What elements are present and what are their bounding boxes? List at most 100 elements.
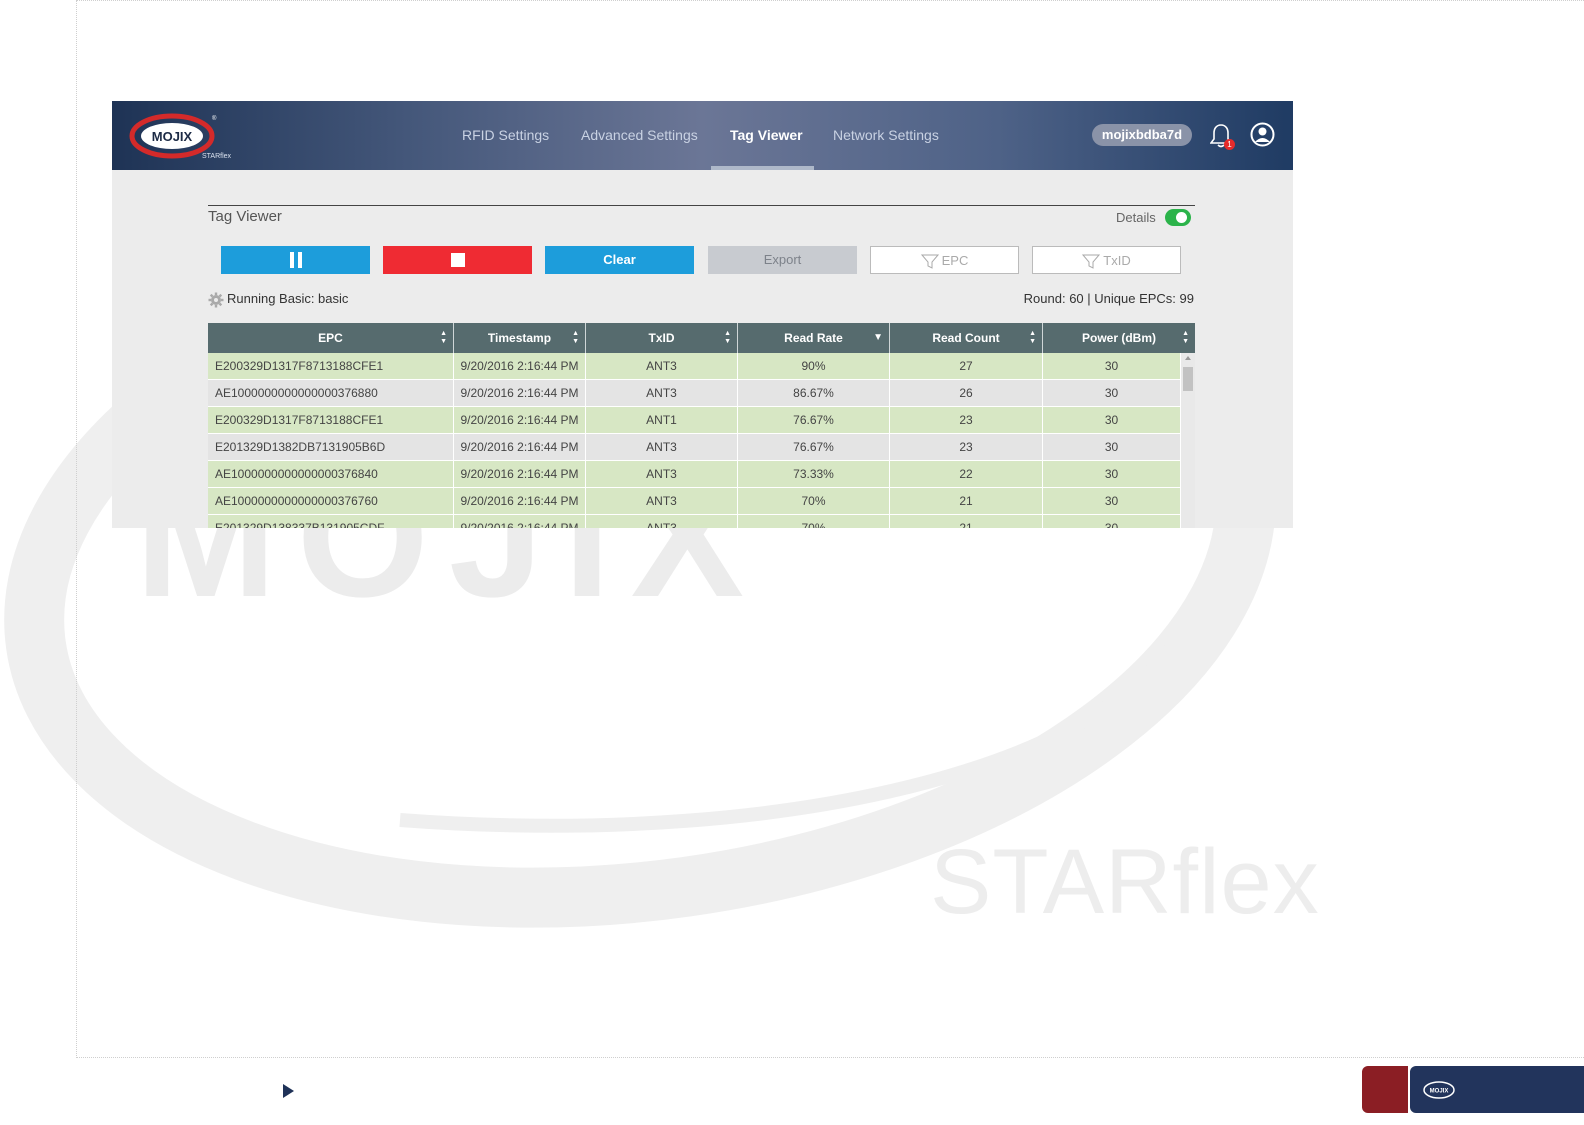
filter-icon (920, 254, 939, 269)
user-account-icon[interactable] (1250, 122, 1275, 147)
top-navigation: MOJIX ® STARflex RFID Settings Advanced … (112, 101, 1293, 170)
sort-desc-icon: ▼ (873, 332, 883, 343)
footer-logo-text: MOJIX (1430, 1089, 1449, 1095)
sort-icon: ▲ ▼ (572, 330, 579, 345)
details-label: Details (1116, 210, 1156, 225)
cell-epc: E200329D1317F8713188CFE1 (208, 407, 454, 433)
cell-timestamp: 9/20/2016 2:16:44 PM (454, 515, 586, 528)
cell-epc: E201329D138337B131905CDF (208, 515, 454, 528)
column-label: Read Count (932, 331, 1000, 345)
round-counts: Round: 60 | Unique EPCs: 99 (1023, 291, 1194, 306)
export-button[interactable]: Export (708, 246, 857, 274)
table-row[interactable]: AE1000000000000000376840 9/20/2016 2:16:… (208, 461, 1195, 488)
cell-txid: ANT3 (586, 380, 738, 406)
table-row[interactable]: E200329D1317F8713188CFE1 9/20/2016 2:16:… (208, 407, 1195, 434)
filter-epc-button[interactable]: EPC (870, 246, 1019, 274)
clear-button[interactable]: Clear (545, 246, 694, 274)
cell-read-rate: 73.33% (738, 461, 890, 487)
logo-subtitle: STARflex (202, 153, 232, 160)
cell-txid: ANT3 (586, 461, 738, 487)
cell-read-rate: 70% (738, 488, 890, 514)
cell-epc: AE1000000000000000376880 (208, 380, 454, 406)
cell-read-count: 27 (890, 353, 1043, 379)
cell-read-rate: 70% (738, 515, 890, 528)
watermark-text: STARflex (930, 831, 1320, 933)
scrollbar-thumb[interactable] (1183, 367, 1193, 391)
cell-timestamp: 9/20/2016 2:16:44 PM (454, 488, 586, 514)
cell-power: 30 (1043, 434, 1181, 460)
cell-read-count: 26 (890, 380, 1043, 406)
pause-icon-bar (297, 252, 302, 268)
cell-power: 30 (1043, 353, 1181, 379)
table-row[interactable]: E201329D1382DB7131905B6D 9/20/2016 2:16:… (208, 434, 1195, 461)
footer-mojix-logo: MOJIX (1423, 1081, 1455, 1099)
panel-title: Tag Viewer (208, 208, 282, 225)
cell-read-count: 23 (890, 434, 1043, 460)
svg-text:®: ® (212, 115, 217, 122)
nav-rfid-settings[interactable]: RFID Settings (462, 127, 549, 143)
table-row[interactable]: E200329D1317F8713188CFE1 9/20/2016 2:16:… (208, 353, 1195, 380)
column-header-txid[interactable]: TxID ▲ ▼ (586, 323, 738, 353)
cell-epc: AE1000000000000000376840 (208, 461, 454, 487)
column-label: Read Rate (784, 331, 843, 345)
logo-brand-text: MOJIX (152, 129, 193, 144)
filter-icon (1082, 254, 1101, 269)
stop-icon (450, 253, 465, 267)
cell-timestamp: 9/20/2016 2:16:44 PM (454, 407, 586, 433)
cell-read-rate: 86.67% (738, 380, 890, 406)
pause-button[interactable] (221, 246, 370, 274)
cell-power: 30 (1043, 461, 1181, 487)
nav-tag-viewer[interactable]: Tag Viewer (730, 127, 803, 143)
app-window: MOJIX ® STARflex RFID Settings Advanced … (112, 101, 1293, 528)
cell-read-count: 21 (890, 515, 1043, 528)
cell-epc: E200329D1317F8713188CFE1 (208, 353, 454, 379)
table-header: EPC ▲ ▼ Timestamp ▲ ▼ TxID ▲ ▼ Read Rate ▼ Read… (208, 323, 1195, 353)
cell-timestamp: 9/20/2016 2:16:44 PM (454, 461, 586, 487)
footer-brand-bar: MOJIX (1410, 1066, 1584, 1113)
table-row[interactable]: AE1000000000000000376880 9/20/2016 2:16:… (208, 380, 1195, 407)
cell-power: 30 (1043, 380, 1181, 406)
cell-timestamp: 9/20/2016 2:16:44 PM (454, 380, 586, 406)
cell-txid: ANT3 (586, 488, 738, 514)
filter-epc-label: EPC (941, 253, 969, 268)
stop-button[interactable] (383, 246, 532, 274)
footer-red-block (1362, 1066, 1408, 1113)
device-name-badge[interactable]: mojixbdba7d (1092, 124, 1192, 146)
cell-power: 30 (1043, 515, 1181, 528)
sort-icon: ▲ ▼ (1182, 330, 1189, 345)
cell-read-rate: 76.67% (738, 407, 890, 433)
column-header-timestamp[interactable]: Timestamp ▲ ▼ (454, 323, 586, 353)
tag-table: EPC ▲ ▼ Timestamp ▲ ▼ TxID ▲ ▼ Read Rate ▼ Read… (208, 323, 1195, 528)
column-header-read-count[interactable]: Read Count ▲ ▼ (890, 323, 1043, 353)
table-body: E200329D1317F8713188CFE1 9/20/2016 2:16:… (208, 353, 1195, 528)
cell-txid: ANT3 (586, 353, 738, 379)
cell-power: 30 (1043, 407, 1181, 433)
column-header-power[interactable]: Power (dBm) ▲ ▼ (1043, 323, 1195, 353)
filter-txid-label: TxID (1103, 253, 1131, 268)
cell-txid: ANT3 (586, 515, 738, 528)
running-status-text: Running Basic: basic (227, 291, 349, 306)
filter-txid-button[interactable]: TxID (1032, 246, 1181, 274)
cell-epc: AE1000000000000000376760 (208, 488, 454, 514)
table-row[interactable]: AE1000000000000000376760 9/20/2016 2:16:… (208, 488, 1195, 515)
table-scrollbar[interactable] (1181, 353, 1195, 528)
details-toggle[interactable] (1165, 209, 1191, 226)
pause-icon (289, 252, 294, 268)
table-row[interactable]: E201329D138337B131905CDF 9/20/2016 2:16:… (208, 515, 1195, 528)
column-label: Timestamp (487, 331, 552, 345)
sort-icon: ▲ ▼ (724, 330, 731, 345)
column-header-read-rate[interactable]: Read Rate ▼ (738, 323, 890, 353)
nav-network-settings[interactable]: Network Settings (833, 127, 939, 143)
notification-badge: 1 (1224, 139, 1235, 150)
column-label: Power (dBm) (1081, 331, 1156, 345)
active-tab-indicator (711, 166, 814, 170)
column-header-epc[interactable]: EPC ▲ ▼ (208, 323, 454, 353)
scroll-up-arrow-icon[interactable] (1185, 356, 1191, 360)
cell-epc: E201329D1382DB7131905B6D (208, 434, 454, 460)
column-label: TxID (648, 331, 675, 345)
play-arrow-icon[interactable] (283, 1084, 294, 1098)
cell-power: 30 (1043, 488, 1181, 514)
nav-advanced-settings[interactable]: Advanced Settings (581, 127, 698, 143)
cell-txid: ANT3 (586, 434, 738, 460)
cell-timestamp: 9/20/2016 2:16:44 PM (454, 353, 586, 379)
